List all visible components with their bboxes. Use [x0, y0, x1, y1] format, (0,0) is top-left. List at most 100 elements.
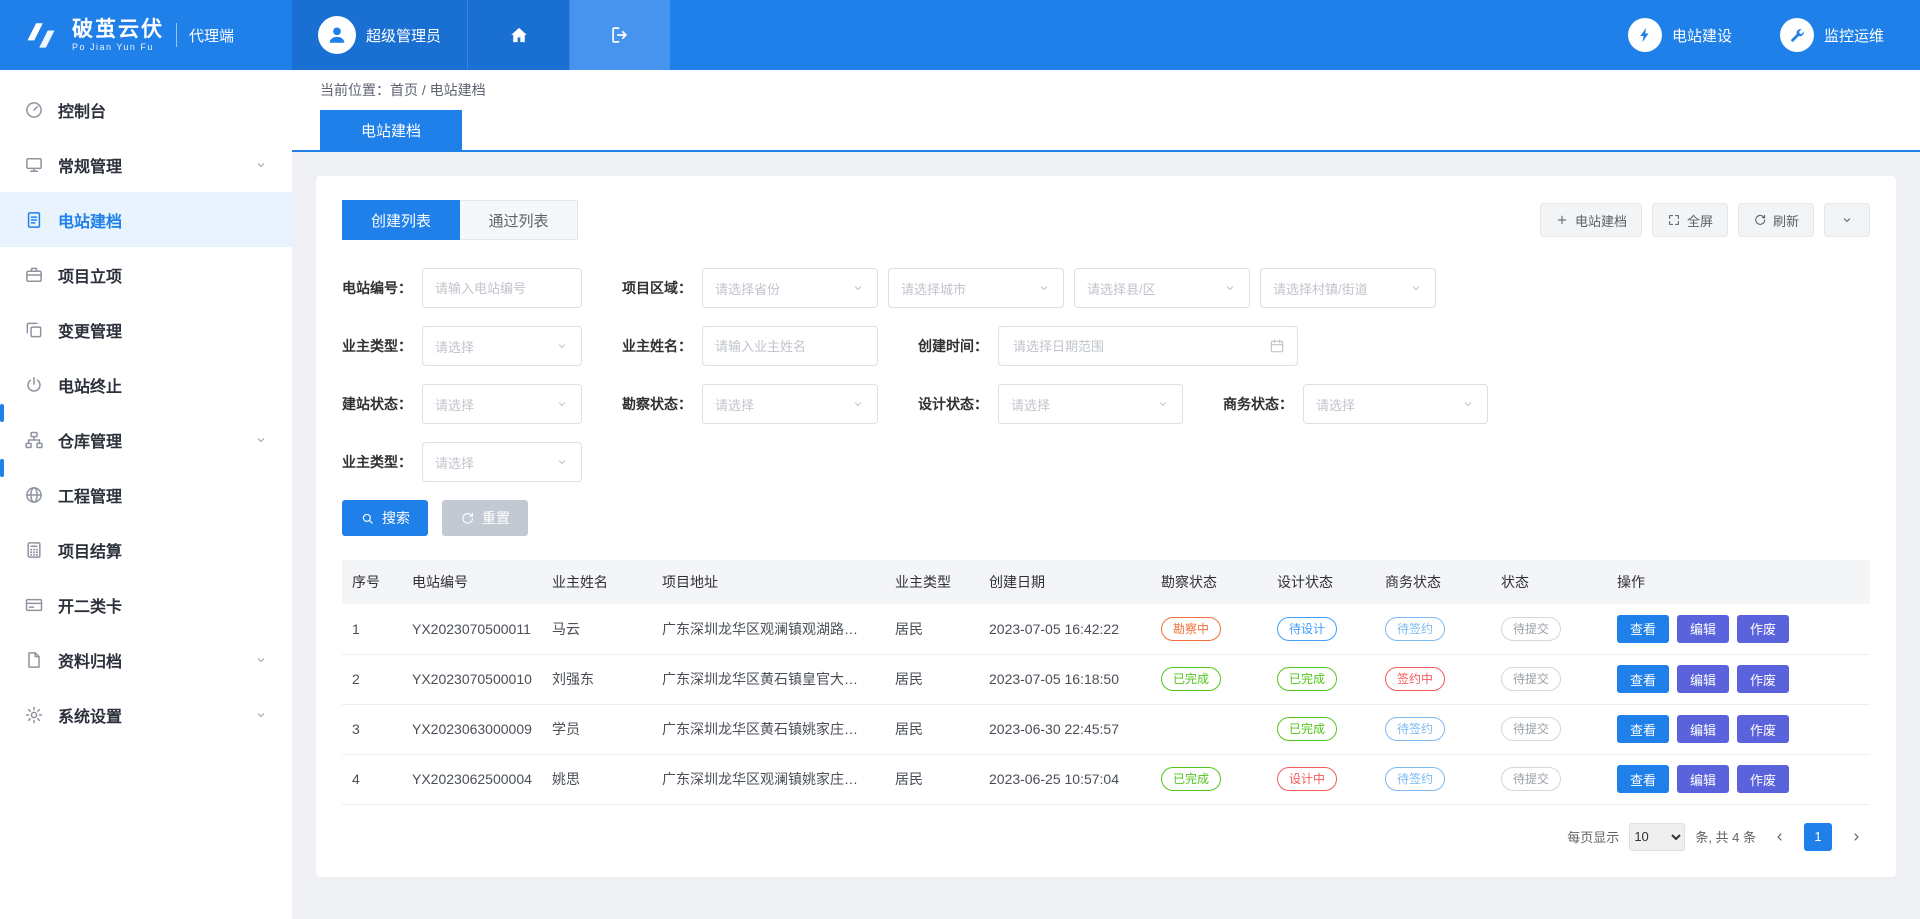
sidebar-item-data-archive[interactable]: 资料归档 [0, 632, 292, 687]
sidebar-item-engineering-management[interactable]: 工程管理 [0, 467, 292, 522]
sidebar-item-project-approval[interactable]: 项目立项 [0, 247, 292, 302]
view-button[interactable]: 查看 [1617, 765, 1669, 793]
sidebar-item-system-settings[interactable]: 系统设置 [0, 687, 292, 742]
cell-type: 居民 [885, 754, 979, 804]
sidebar-item-warehouse-management[interactable]: 仓库管理 [0, 412, 292, 467]
project-region-select-3[interactable]: 请选择村镇/街道 [1260, 268, 1436, 308]
next-page-button[interactable] [1842, 823, 1870, 851]
owner-type-select[interactable]: 请选择 [422, 326, 582, 366]
col-owner: 业主姓名 [542, 560, 652, 604]
project-region-select-0[interactable]: 请选择省份 [702, 268, 878, 308]
sidebar-item-station-filing[interactable]: 电站建档 [0, 192, 292, 247]
sidebar-item-console[interactable]: 控制台 [0, 82, 292, 137]
col-business: 商务状态 [1375, 560, 1491, 604]
void-button[interactable]: 作废 [1737, 715, 1789, 743]
project-region-select-1[interactable]: 请选择城市 [888, 268, 1064, 308]
cell-actions: 查看编辑作废 [1607, 704, 1870, 754]
cell-type: 居民 [885, 654, 979, 704]
station-code-input[interactable] [422, 268, 582, 308]
collapse-button[interactable] [1824, 203, 1870, 237]
per-page-select[interactable]: 10 [1629, 823, 1685, 851]
filter-business-status: 商务状态：请选择 [1223, 384, 1488, 424]
cell-survey: 已完成 [1151, 654, 1267, 704]
user-name: 超级管理员 [366, 25, 441, 46]
search-button[interactable]: 搜索 [342, 500, 428, 536]
reset-button[interactable]: 重置 [442, 500, 528, 536]
total-label: 条, 共 4 条 [1695, 827, 1756, 846]
sidebar-item-label: 项目结算 [58, 538, 122, 562]
topbar-station-build[interactable]: 电站建设 [1628, 18, 1732, 52]
create-station-button[interactable]: 电站建档 [1540, 203, 1642, 237]
current-page[interactable]: 1 [1804, 823, 1832, 851]
archive-icon [24, 650, 44, 670]
cell-code: YX2023070500011 [402, 604, 542, 654]
cell-no: 4 [342, 754, 402, 804]
chevron-down-icon [254, 158, 268, 172]
cell-owner: 学员 [542, 704, 652, 754]
void-button[interactable]: 作废 [1737, 765, 1789, 793]
tab-passed-list[interactable]: 通过列表 [460, 200, 578, 240]
cell-status: 待提交 [1491, 754, 1607, 804]
edit-button[interactable]: 编辑 [1677, 665, 1729, 693]
owner-type-2-select[interactable]: 请选择 [422, 442, 582, 482]
refresh-button[interactable]: 刷新 [1738, 203, 1814, 237]
sidebar-item-general-management[interactable]: 常规管理 [0, 137, 292, 192]
settings-icon [24, 705, 44, 725]
design-status-select[interactable]: 请选择 [998, 384, 1183, 424]
edit-button[interactable]: 编辑 [1677, 765, 1729, 793]
select-placeholder: 请选择省份 [715, 279, 843, 298]
created-text: 2023-06-25 10:57:04 [989, 771, 1119, 787]
sidebar-item-label: 电站终止 [58, 373, 122, 397]
type-text: 居民 [895, 721, 923, 737]
edit-button[interactable]: 编辑 [1677, 715, 1729, 743]
code-text: YX2023063000009 [412, 721, 532, 737]
fullscreen-button[interactable]: 全屏 [1652, 203, 1728, 237]
sidebar-item-class2-card[interactable]: 开二类卡 [0, 577, 292, 632]
void-button[interactable]: 作废 [1737, 665, 1789, 693]
logout-button[interactable] [570, 0, 670, 70]
button-label: 电站建档 [1575, 211, 1627, 230]
panel-head: 创建列表通过列表 电站建档 全屏刷新 [342, 200, 1870, 240]
topbar-nav-label: 电站建设 [1672, 25, 1732, 46]
col-actions: 操作 [1607, 560, 1870, 604]
project-region-select-2[interactable]: 请选择县/区 [1074, 268, 1250, 308]
view-button[interactable]: 查看 [1617, 665, 1669, 693]
cell-survey: 勘察中 [1151, 604, 1267, 654]
cell-status: 待提交 [1491, 604, 1607, 654]
sidebar-item-change-management[interactable]: 变更管理 [0, 302, 292, 357]
business-status-badge: 待签约 [1385, 617, 1445, 641]
page-tab-station-filing[interactable]: 电站建档 [320, 110, 462, 150]
per-page-label: 每页显示 [1567, 827, 1619, 846]
cell-address: 广东深圳龙华区观澜镇姚家庄… [652, 754, 885, 804]
create-time-picker[interactable] [998, 326, 1298, 366]
prev-page-button[interactable] [1766, 823, 1794, 851]
topbar-monitor-ops[interactable]: 监控运维 [1780, 18, 1884, 52]
tab-create-list[interactable]: 创建列表 [342, 200, 460, 240]
design-status-badge: 已完成 [1277, 717, 1337, 741]
filter-build-status: 建站状态：请选择 [342, 384, 582, 424]
toolbar: 电站建档 全屏刷新 [1540, 203, 1870, 237]
filter-owner-type-2: 业主类型：请选择 [342, 442, 582, 482]
sidebar-item-label: 开二类卡 [58, 593, 122, 617]
owner-name-input[interactable] [702, 326, 878, 366]
business-status-select[interactable]: 请选择 [1303, 384, 1488, 424]
build-status-select[interactable]: 请选择 [422, 384, 582, 424]
edit-button[interactable]: 编辑 [1677, 615, 1729, 643]
date-range-input[interactable] [1011, 338, 1269, 355]
home-button[interactable] [468, 0, 570, 70]
cell-business: 待签约 [1375, 604, 1491, 654]
sidebar-item-station-termination[interactable]: 电站终止 [0, 357, 292, 412]
col-created: 创建日期 [979, 560, 1151, 604]
view-button[interactable]: 查看 [1617, 715, 1669, 743]
view-button[interactable]: 查看 [1617, 615, 1669, 643]
filter-label: 勘察状态： [622, 394, 692, 414]
chevron-down-icon [1037, 281, 1051, 295]
breadcrumb-label: 当前位置： [320, 80, 390, 100]
survey-status-badge: 已完成 [1161, 667, 1221, 691]
survey-status-badge: 已完成 [1161, 767, 1221, 791]
col-no: 序号 [342, 560, 402, 604]
user-menu[interactable]: 超级管理员 [292, 0, 468, 70]
void-button[interactable]: 作废 [1737, 615, 1789, 643]
sidebar-item-project-settlement[interactable]: 项目结算 [0, 522, 292, 577]
survey-status-select[interactable]: 请选择 [702, 384, 878, 424]
